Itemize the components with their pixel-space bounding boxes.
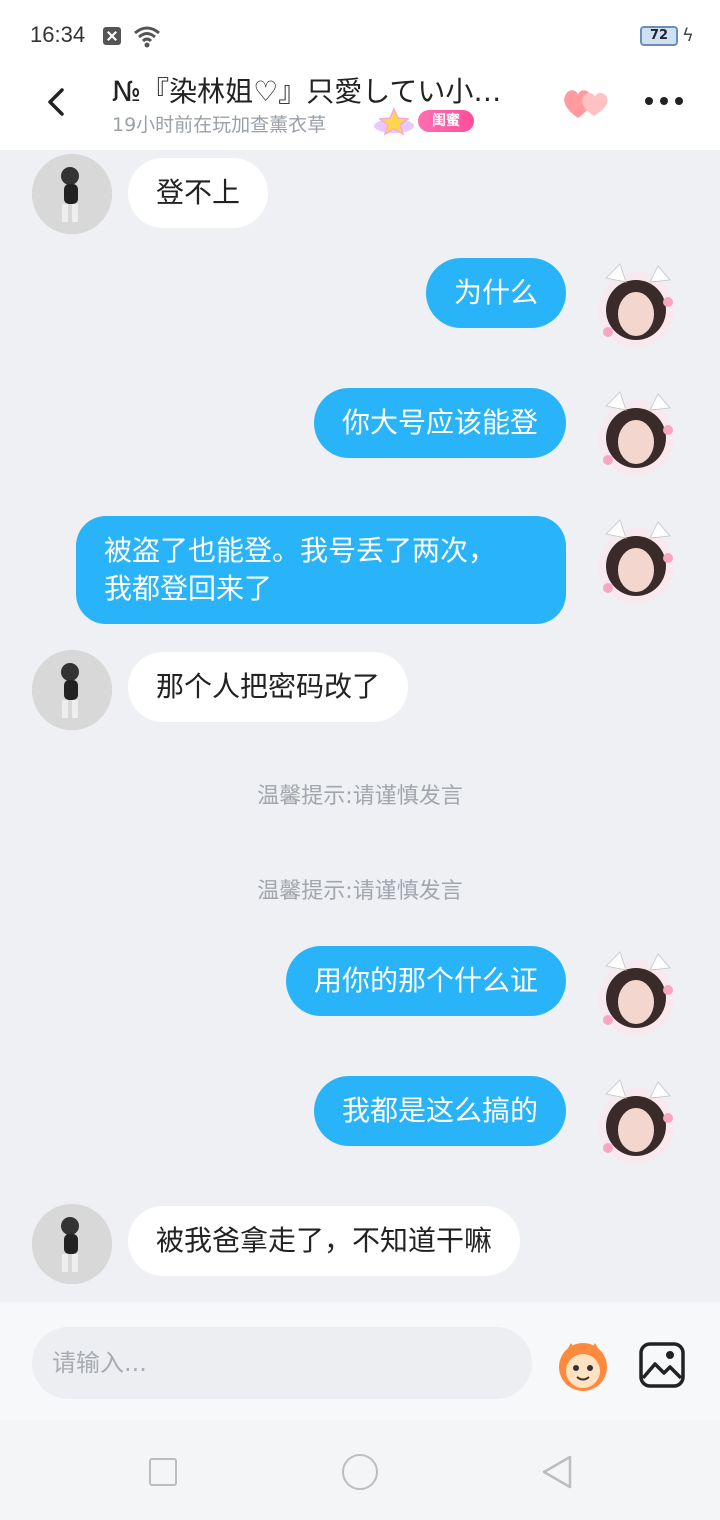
chat-title[interactable]: №『染林姐♡』只愛してい小… xyxy=(112,70,542,110)
charging-icon: ϟ xyxy=(682,25,694,46)
avatar-image xyxy=(598,391,674,476)
relationship-tag: 闺蜜 xyxy=(418,110,474,132)
self-avatar[interactable] xyxy=(586,946,682,1042)
self-avatar[interactable] xyxy=(586,1074,682,1170)
status-time: 16:34 xyxy=(30,22,86,47)
avatar-image xyxy=(598,1079,674,1164)
avatar-image xyxy=(32,650,112,730)
message-bubble[interactable]: 为什么 xyxy=(425,258,566,328)
emoji-icon[interactable] xyxy=(553,1335,613,1395)
message-input[interactable] xyxy=(32,1327,532,1399)
system-nav-bar xyxy=(0,1420,720,1520)
nav-recent-icon[interactable] xyxy=(149,1458,177,1486)
hearts-icon[interactable] xyxy=(560,82,612,124)
nav-back-icon[interactable] xyxy=(538,1453,574,1491)
self-avatar[interactable] xyxy=(586,386,682,482)
avatar-image xyxy=(598,951,674,1036)
image-icon[interactable] xyxy=(637,1340,687,1390)
notification-icon xyxy=(103,27,121,45)
battery-icon: 72 xyxy=(640,26,678,46)
message-line: 被盗了也能登。我号丢了两次， xyxy=(104,534,497,567)
message-list[interactable]: 登不上 为什么 你大号应该能登 被盗了也能登。我号丢了两次， 我都登回来了 那个… xyxy=(0,150,720,1302)
back-arrow-icon[interactable] xyxy=(40,84,76,120)
avatar-image xyxy=(32,1204,112,1284)
status-bar: 16:34 72 ϟ xyxy=(0,0,720,72)
other-avatar[interactable] xyxy=(32,154,112,234)
input-bar xyxy=(0,1302,720,1420)
chat-subtitle: 19小时前在玩加查薰衣草 xyxy=(112,114,327,136)
system-notice: 温馨提示:请谨慎发言 xyxy=(257,879,463,904)
self-avatar[interactable] xyxy=(586,514,682,610)
message-bubble[interactable]: 用你的那个什么证 xyxy=(285,946,566,1016)
nav-home-icon[interactable] xyxy=(342,1454,378,1490)
message-bubble[interactable]: 被盗了也能登。我号丢了两次， 我都登回来了 xyxy=(76,516,566,624)
message-bubble[interactable]: 那个人把密码改了 xyxy=(128,652,409,722)
message-bubble[interactable]: 你大号应该能登 xyxy=(313,388,566,458)
chat-header: №『染林姐♡』只愛してい小… 19小时前在玩加查薰衣草 闺蜜 xyxy=(0,72,720,150)
avatar-image xyxy=(32,154,112,234)
avatar-image xyxy=(598,519,674,604)
other-avatar[interactable] xyxy=(32,650,112,730)
message-line: 我都登回来了 xyxy=(104,572,273,605)
more-icon[interactable] xyxy=(644,96,684,106)
star-badge-icon xyxy=(374,107,414,136)
other-avatar[interactable] xyxy=(32,1204,112,1284)
message-bubble[interactable]: 登不上 xyxy=(128,158,269,228)
wifi-icon xyxy=(134,26,160,48)
avatar-image xyxy=(598,263,674,348)
message-bubble[interactable]: 我都是这么搞的 xyxy=(313,1076,566,1146)
self-avatar[interactable] xyxy=(586,258,682,354)
system-notice: 温馨提示:请谨慎发言 xyxy=(257,784,463,809)
message-bubble[interactable]: 被我爸拿走了，不知道干嘛 xyxy=(128,1206,521,1276)
